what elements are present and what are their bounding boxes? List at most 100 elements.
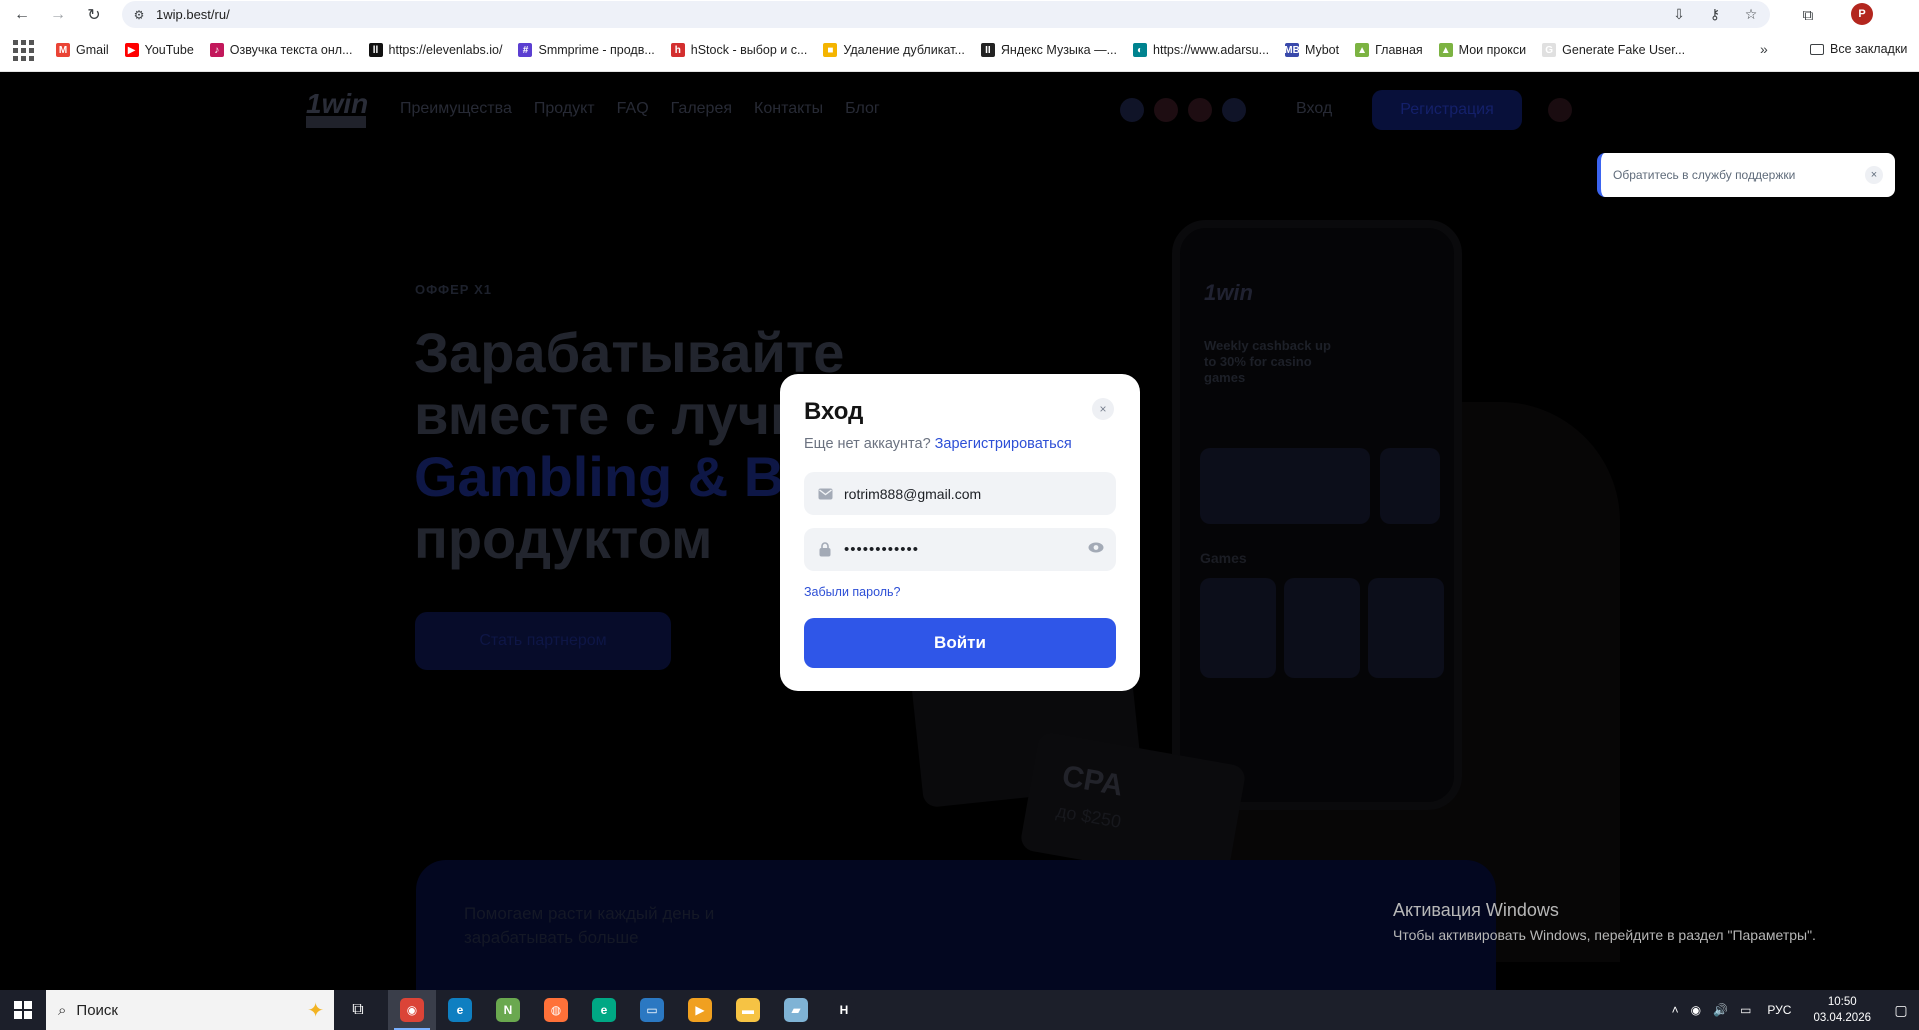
taskbar-app-edge[interactable]: e (436, 990, 484, 1030)
taskbar-search[interactable]: ⌕ Поиск ✦ (46, 990, 334, 1030)
taskbar-app-app-doc[interactable]: ▰ (772, 990, 820, 1030)
windows-taskbar: ⌕ Поиск ✦ ⧉ ◉ e N ◍ e ▭ ▶ ▬ ▰ H ˄ ◉ 🔊 ▭ РУС 10:50… (0, 990, 1919, 1030)
taskbar-app-firefox[interactable]: ◍ (532, 990, 580, 1030)
close-icon[interactable]: × (1092, 398, 1114, 420)
more-bookmarks-icon[interactable]: » (1760, 41, 1768, 57)
taskbar-app-notepad-plus[interactable]: N (484, 990, 532, 1030)
task-view-icon[interactable]: ⧉ (334, 990, 382, 1030)
bookmark-item[interactable]: G Generate Fake User... (1542, 43, 1685, 57)
language-indicator[interactable]: РУС (1767, 1003, 1791, 1017)
bookmark-label: hStock - выбор и с... (690, 43, 808, 57)
support-toast: Обратитесь в службу поддержки × (1597, 153, 1895, 197)
site-register-button[interactable]: Регистрация (1372, 90, 1522, 130)
bookmark-item[interactable]: h hStock - выбор и с... (670, 43, 808, 57)
reload-icon[interactable]: ↻ (80, 1, 108, 29)
bookmark-item[interactable]: ▲ Мои прокси (1438, 43, 1526, 57)
tray-app-icon[interactable]: ◉ (1691, 1003, 1701, 1017)
bookmarks-bar: M Gmail ▶ YouTube ♪ Озвучка текста онл... ll ht… (0, 29, 1919, 72)
apps-grid-icon[interactable] (8, 35, 38, 65)
taskbar-app-app-h[interactable]: H (820, 990, 868, 1030)
notifications-icon[interactable]: ▢ (1883, 990, 1919, 1030)
taskbar-app-chrome[interactable]: ◉ (388, 990, 436, 1030)
system-tray: ˄ ◉ 🔊 ▭ РУС 10:50 03.04.2026 ▢ (1666, 990, 1919, 1030)
taskbar-app-file-explorer[interactable]: ▬ (724, 990, 772, 1030)
show-password-eye-icon[interactable] (1088, 540, 1104, 556)
email-field[interactable] (804, 472, 1116, 515)
clock[interactable]: 10:50 03.04.2026 (1813, 994, 1871, 1026)
bookmark-favicon-icon: h (670, 43, 685, 57)
all-bookmarks-label: Все закладки (1830, 42, 1908, 56)
app-e-icon: e (592, 998, 616, 1022)
folder-icon (1810, 43, 1824, 55)
volume-icon[interactable]: 🔊 (1713, 1003, 1728, 1017)
all-bookmarks-button[interactable]: Все закладки (1810, 42, 1907, 56)
bookmark-favicon-icon: MB (1284, 43, 1300, 57)
bookmark-item[interactable]: II Яндекс Музыка —... (980, 43, 1117, 57)
site-nav-item[interactable]: Продукт (534, 100, 595, 118)
network-icon[interactable]: ▭ (1740, 1003, 1751, 1017)
chevron-up-icon[interactable]: ˄ (1672, 1003, 1679, 1017)
site-info-icon[interactable]: ⚙ (128, 4, 150, 26)
bookmark-item[interactable]: ♪ Озвучка текста онл... (209, 43, 353, 57)
become-partner-button[interactable]: Стать партнером (415, 612, 671, 670)
remote-desktop-icon: ▭ (640, 998, 664, 1022)
media-player-icon: ▶ (688, 998, 712, 1022)
envelope-icon (816, 485, 834, 503)
bookmark-favicon-icon: G (1542, 43, 1557, 57)
extensions-icon[interactable]: ⧉ (1796, 3, 1820, 27)
bookmark-item[interactable]: ▲ Главная (1355, 43, 1423, 57)
password-field[interactable]: •••••••••••• (804, 528, 1116, 571)
start-button[interactable] (0, 990, 46, 1030)
site-nav-item[interactable]: Галерея (671, 100, 732, 118)
address-bar[interactable]: ⚙ 1wip.best/ru/ ⇩ ⚷ ☆ (122, 1, 1770, 28)
site-nav-item[interactable]: Преимущества (400, 100, 512, 118)
url-text[interactable]: 1wip.best/ru/ (156, 7, 230, 22)
password-key-icon[interactable]: ⚷ (1704, 3, 1726, 25)
forgot-password-link[interactable]: Забыли пароль? (804, 585, 901, 599)
bookmark-item[interactable]: MB Mybot (1284, 43, 1339, 57)
back-icon[interactable]: ← (8, 1, 36, 29)
taskbar-app-remote-desktop[interactable]: ▭ (628, 990, 676, 1030)
email-input[interactable] (844, 485, 1084, 502)
register-link[interactable]: Зарегистрироваться (935, 436, 1072, 452)
bookmark-label: https://www.adarsu... (1153, 43, 1270, 57)
taskbar-app-media-player[interactable]: ▶ (676, 990, 724, 1030)
phone-tile (1284, 578, 1360, 678)
bookmark-item[interactable]: ▶ YouTube (124, 43, 194, 57)
bookmark-item[interactable]: ll https://elevenlabs.io/ (368, 43, 503, 57)
bookmark-favicon-icon: ◐ (1133, 43, 1148, 57)
bookmark-item[interactable]: M Gmail (56, 43, 109, 57)
install-app-icon[interactable]: ⇩ (1668, 3, 1690, 25)
site-login-link[interactable]: Вход (1296, 100, 1332, 118)
no-account-text: Еще нет аккаунта? Зарегистрироваться (804, 436, 1072, 452)
phone-tile (1380, 448, 1440, 524)
youtube-icon[interactable] (1188, 98, 1212, 122)
profile-avatar[interactable]: P (1851, 3, 1873, 25)
bookmark-favicon-icon: M (56, 43, 70, 57)
toast-close-icon[interactable]: × (1865, 166, 1883, 184)
login-submit-button[interactable]: Войти (804, 618, 1116, 668)
phone-games-heading: Games (1200, 550, 1247, 566)
bookmark-star-icon[interactable]: ☆ (1740, 3, 1762, 25)
language-flag-icon[interactable] (1548, 98, 1572, 122)
hero-tag: ОФФЕР X1 (415, 282, 492, 297)
telegram-icon[interactable] (1120, 98, 1144, 122)
modal-title: Вход (804, 398, 864, 425)
site-nav-item[interactable]: FAQ (617, 100, 649, 118)
bookmark-item[interactable]: # Smmprime - продв... (518, 43, 655, 57)
forward-icon[interactable]: → (44, 1, 72, 29)
windows-logo-icon (14, 1001, 32, 1019)
password-input[interactable]: •••••••••••• (844, 541, 1084, 558)
taskbar-app-app-e[interactable]: e (580, 990, 628, 1030)
bookmark-favicon-icon: ■ (823, 43, 838, 57)
bookmark-item[interactable]: ■ Удаление дубликат... (823, 43, 965, 57)
bookmark-item[interactable]: ◐ https://www.adarsu... (1133, 43, 1269, 57)
pinned-apps: ◉ e N ◍ e ▭ ▶ ▬ ▰ H (388, 990, 868, 1030)
linkedin-icon[interactable] (1222, 98, 1246, 122)
instagram-icon[interactable] (1154, 98, 1178, 122)
site-nav-item[interactable]: Контакты (754, 100, 823, 118)
bookmark-label: https://elevenlabs.io/ (388, 43, 503, 57)
lock-icon (816, 541, 834, 559)
site-nav-item[interactable]: Блог (845, 100, 880, 118)
app-doc-icon: ▰ (784, 998, 808, 1022)
